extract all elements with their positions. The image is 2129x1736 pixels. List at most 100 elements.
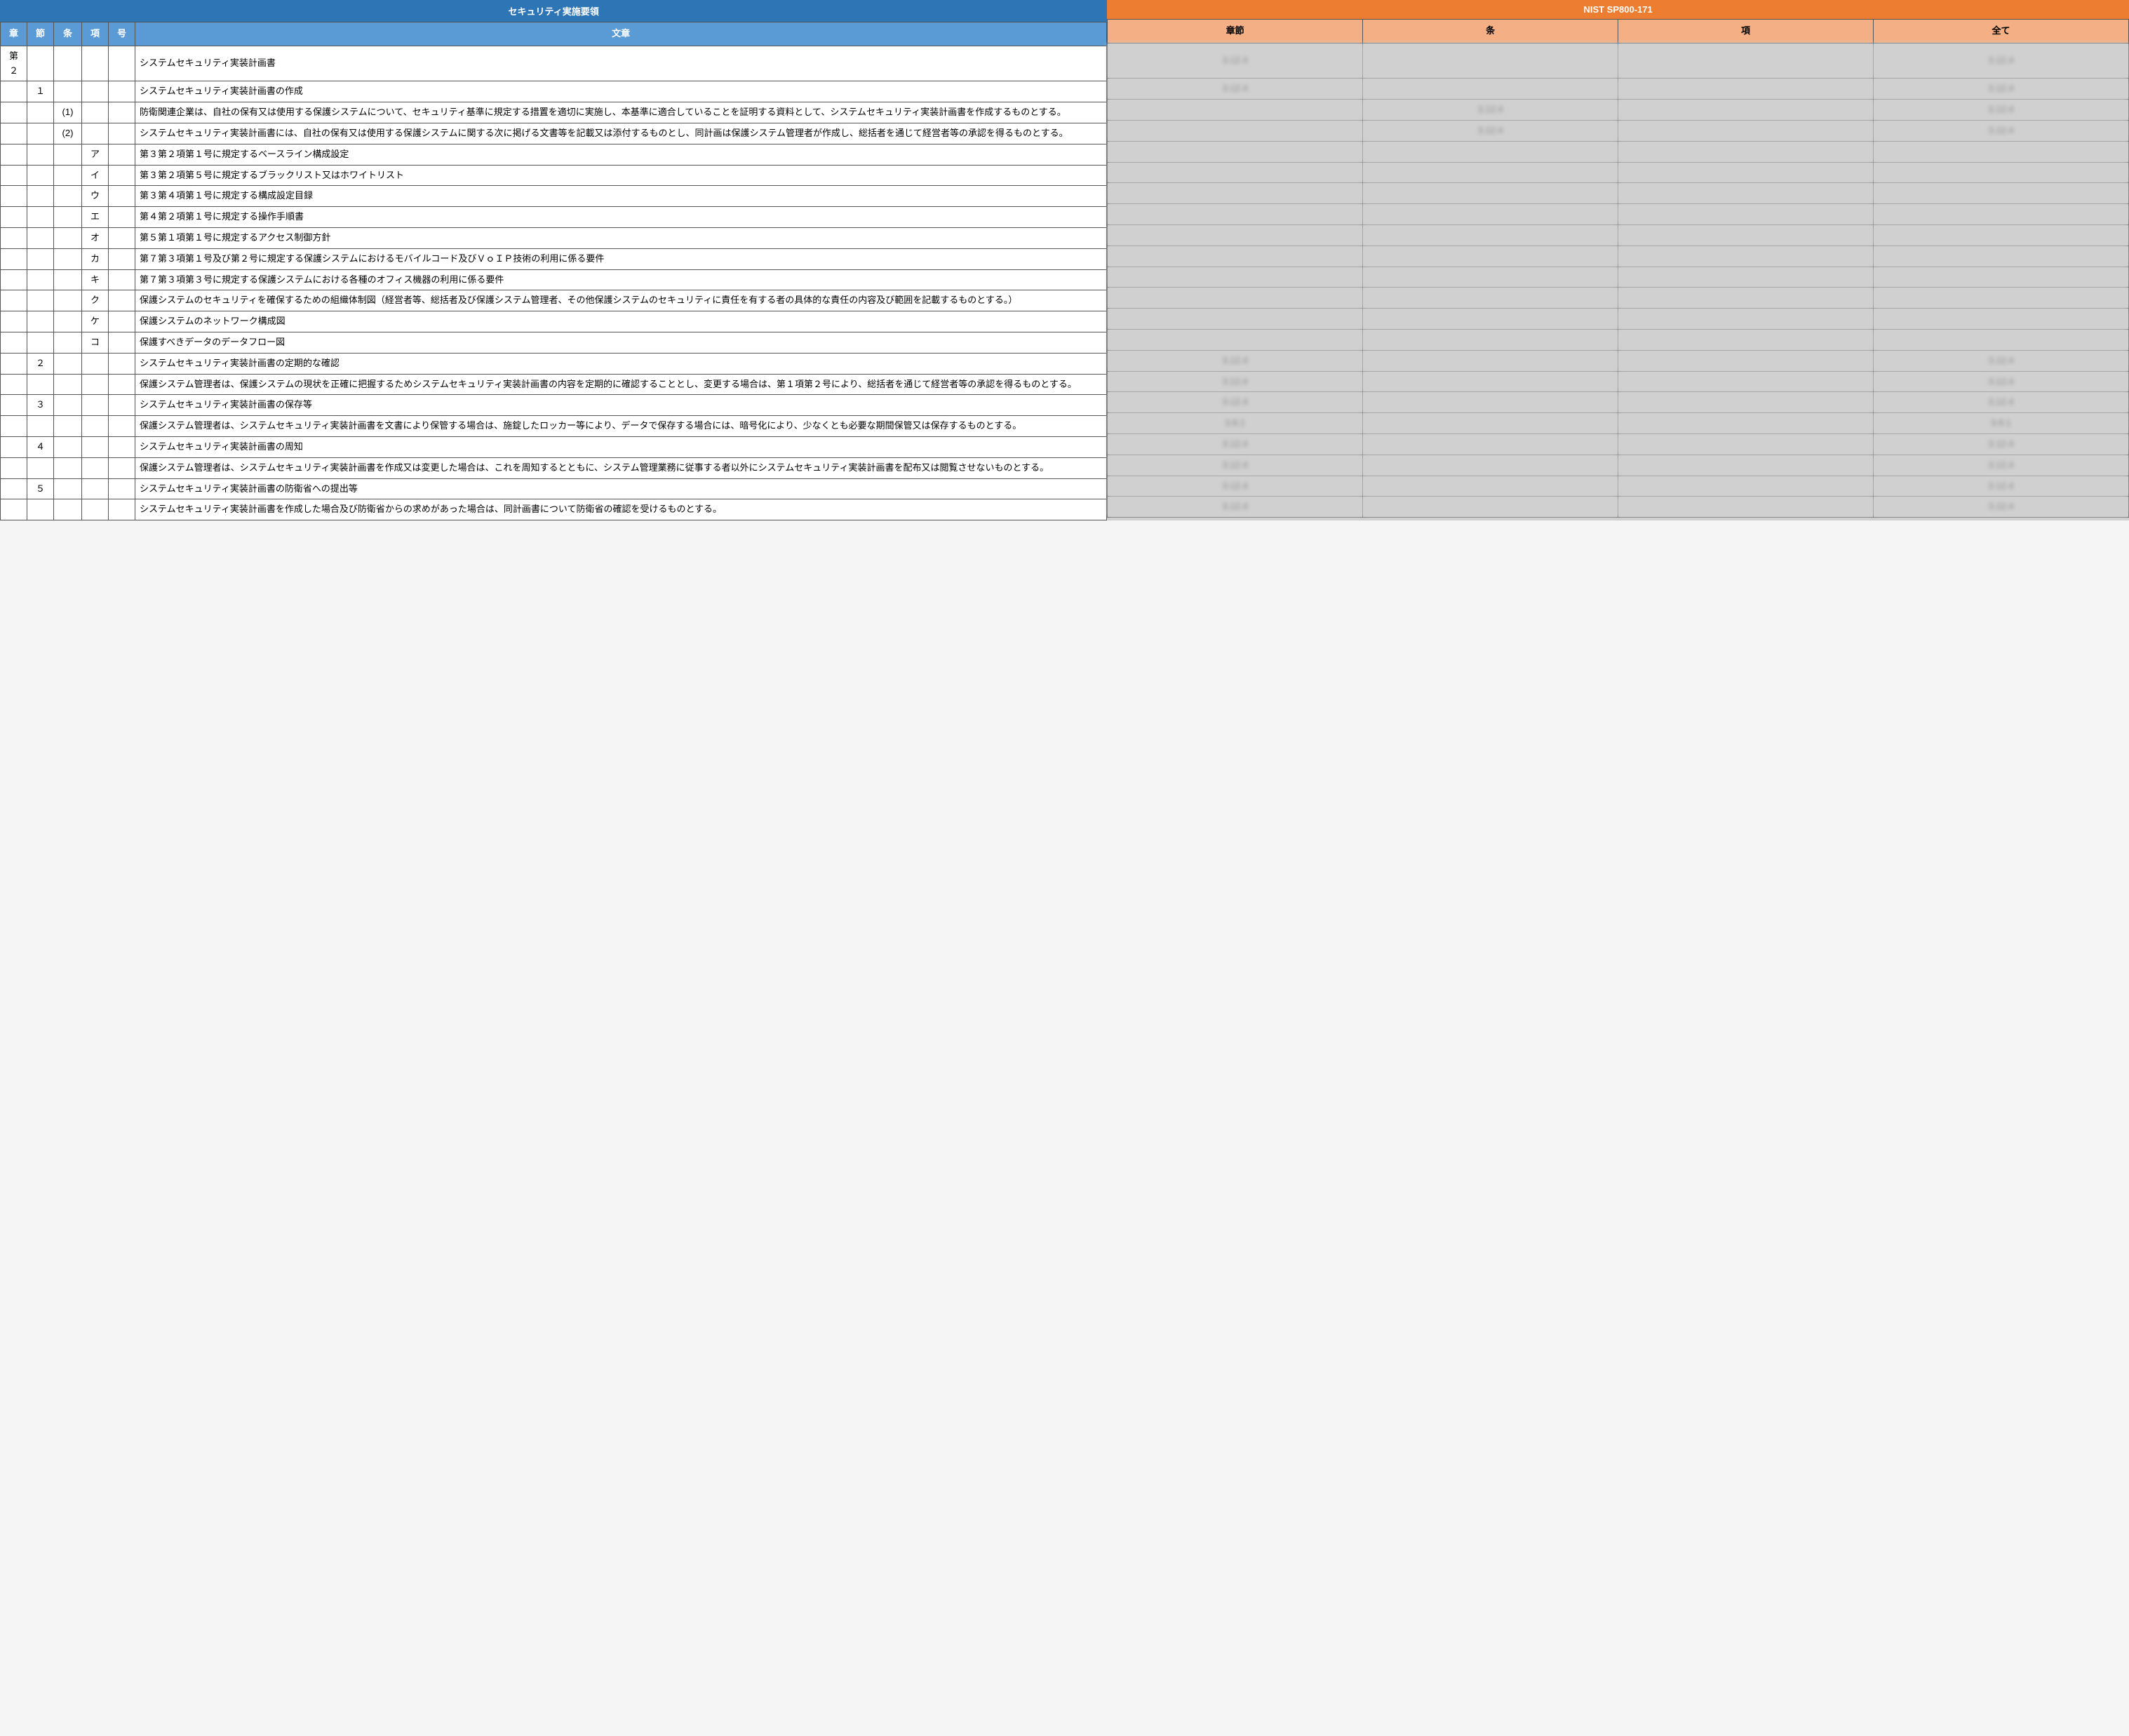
cell-index xyxy=(109,227,135,248)
nist-cell: 3.12.4 xyxy=(1874,43,2129,79)
cell-index xyxy=(27,123,54,144)
nist-cell: 3.12.4 xyxy=(1874,350,2129,371)
nist-cell: 3.12.4 xyxy=(1108,476,1363,497)
col-号: 号 xyxy=(109,22,135,46)
nist-cell xyxy=(1363,141,1618,162)
cell-index xyxy=(27,144,54,165)
cell-index xyxy=(1,81,27,102)
cell-index xyxy=(109,186,135,207)
cell-index xyxy=(27,227,54,248)
nist-cell xyxy=(1618,455,1874,476)
cell-index: オ xyxy=(82,227,109,248)
cell-index xyxy=(109,269,135,290)
table-row xyxy=(1108,224,2129,245)
nist-cell: 3.12.4 xyxy=(1874,497,2129,518)
cell-index xyxy=(82,478,109,499)
nist-cell: 3.12.4 xyxy=(1108,79,1363,100)
nist-cell: 3.12.4 xyxy=(1874,100,2129,121)
left-header-row: 章 節 条 項 号 文章 xyxy=(1,22,1107,46)
cell-index xyxy=(54,207,82,228)
cell-index: ク xyxy=(82,290,109,311)
cell-index xyxy=(54,165,82,186)
cell-index xyxy=(109,165,135,186)
nist-cell xyxy=(1108,267,1363,288)
cell-index xyxy=(82,395,109,416)
table-row xyxy=(1108,162,2129,183)
cell-index xyxy=(27,499,54,520)
nist-cell xyxy=(1874,329,2129,350)
nist-cell xyxy=(1618,120,1874,141)
table-row xyxy=(1108,204,2129,225)
nist-cell xyxy=(1108,141,1363,162)
table-row: 3.12.43.12.4 xyxy=(1108,433,2129,455)
cell-index xyxy=(82,123,109,144)
table-row: 保護システム管理者は、保護システムの現状を正確に把握するためシステムセキュリティ… xyxy=(1,374,1107,395)
nist-cell xyxy=(1363,204,1618,225)
nist-cell xyxy=(1618,43,1874,79)
cell-index xyxy=(82,416,109,437)
cell-index xyxy=(54,290,82,311)
table-row: エ第４第２項第１号に規定する操作手順書 xyxy=(1,207,1107,228)
cell-index xyxy=(54,186,82,207)
cell-index: イ xyxy=(82,165,109,186)
cell-index: ２ xyxy=(27,353,54,374)
cell-index xyxy=(1,248,27,269)
cell-text: システムセキュリティ実装計画書の定期的な確認 xyxy=(135,353,1107,374)
table-row: キ第７第３項第３号に規定する保護システムにおける各種のオフィス機器の利用に係る要… xyxy=(1,269,1107,290)
nist-cell xyxy=(1874,288,2129,309)
cell-text: システムセキュリティ実装計画書の防衛省への提出等 xyxy=(135,478,1107,499)
nist-cell xyxy=(1363,79,1618,100)
left-title: セキュリティ実施要領 xyxy=(0,0,1107,22)
table-row: イ第３第２項第５号に規定するブラックリスト又はホワイトリスト xyxy=(1,165,1107,186)
cell-index xyxy=(109,207,135,228)
cell-text: 保護システムのネットワーク構成図 xyxy=(135,311,1107,332)
nist-cell xyxy=(1108,162,1363,183)
cell-text: システムセキュリティ実装計画書の作成 xyxy=(135,81,1107,102)
table-row: ケ保護システムのネットワーク構成図 xyxy=(1,311,1107,332)
cell-index xyxy=(54,436,82,457)
nist-cell xyxy=(1363,497,1618,518)
cell-index xyxy=(1,123,27,144)
nist-cell: 3.12.4 xyxy=(1108,455,1363,476)
nist-cell xyxy=(1618,413,1874,434)
nist-cell: 3.12.4 xyxy=(1874,79,2129,100)
nist-cell xyxy=(1363,288,1618,309)
cell-text: 第５第１項第１号に規定するアクセス制御方針 xyxy=(135,227,1107,248)
nist-cell xyxy=(1363,476,1618,497)
nist-cell: 3.12.4 xyxy=(1874,455,2129,476)
nist-cell: 3.12.4 xyxy=(1108,433,1363,455)
nist-cell: 3.12.4 xyxy=(1363,120,1618,141)
table-row: ウ第３第４項第１号に規定する構成設定目録 xyxy=(1,186,1107,207)
cell-index xyxy=(54,269,82,290)
nist-cell xyxy=(1108,183,1363,204)
nist-cell xyxy=(1363,413,1618,434)
nist-cell xyxy=(1363,392,1618,413)
cell-index xyxy=(109,353,135,374)
cell-index xyxy=(1,499,27,520)
right-title: NIST SP800-171 xyxy=(1107,0,2129,19)
col-節: 節 xyxy=(27,22,54,46)
nist-cell xyxy=(1618,309,1874,330)
cell-index: ４ xyxy=(27,436,54,457)
cell-index: ５ xyxy=(27,478,54,499)
right-panel-nist: NIST SP800-171 章節 条 項 全て 3.12.43.12.43.1… xyxy=(1107,0,2129,520)
nist-cell xyxy=(1618,100,1874,121)
cell-index xyxy=(1,395,27,416)
cell-index xyxy=(109,478,135,499)
nist-cell xyxy=(1618,288,1874,309)
cell-index xyxy=(82,353,109,374)
table-row: カ第７第３項第１号及び第２号に規定する保護システムにおけるモバイルコード及びＶｏ… xyxy=(1,248,1107,269)
cell-index xyxy=(1,332,27,353)
cell-index xyxy=(54,227,82,248)
comparison-layout: セキュリティ実施要領 章 節 条 項 号 文章 第２システムセキュリティ実装計画… xyxy=(0,0,2129,520)
cell-index xyxy=(54,81,82,102)
cell-index xyxy=(82,81,109,102)
cell-text: 第７第３項第１号及び第２号に規定する保護システムにおけるモバイルコード及びＶｏＩ… xyxy=(135,248,1107,269)
cell-index xyxy=(1,353,27,374)
cell-index xyxy=(27,332,54,353)
table-row: 3.12.43.12.4 xyxy=(1108,350,2129,371)
cell-index xyxy=(1,102,27,123)
table-row xyxy=(1108,183,2129,204)
nist-cell xyxy=(1618,267,1874,288)
cell-index xyxy=(109,395,135,416)
